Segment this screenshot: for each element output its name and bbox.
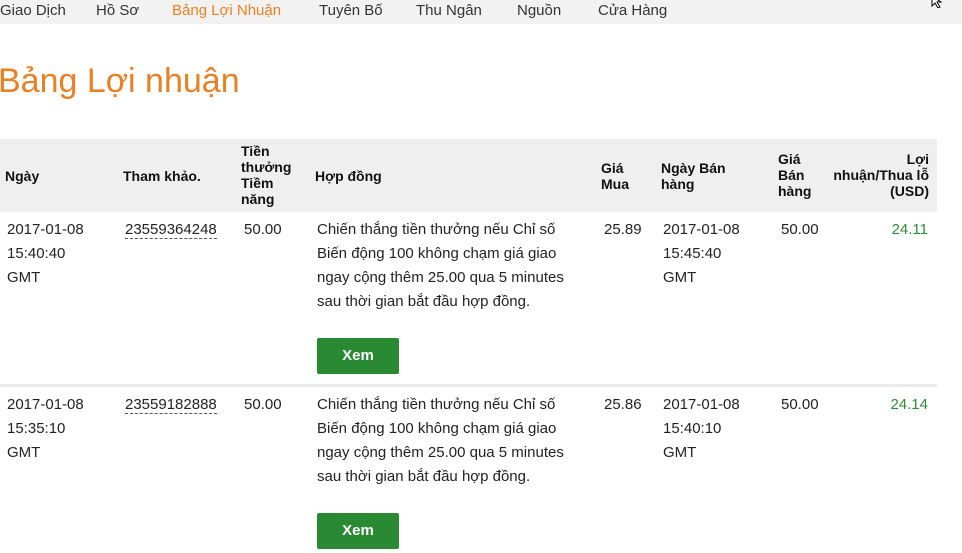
row-date: 2017-01-08 15:35:10 GMT xyxy=(7,396,84,461)
header-sell-date: Ngày Bán hàng xyxy=(661,160,726,192)
nav-item-bang-loi-nhuan[interactable]: Bảng Lợi Nhuận xyxy=(172,2,281,19)
top-nav: Giao Dịch Hồ Sơ Bảng Lợi Nhuận Tuyên Bố … xyxy=(0,0,962,24)
header-ref: Tham khảo. xyxy=(123,168,201,184)
header-date: Ngày xyxy=(5,168,40,184)
table-row: 2017-01-08 15:40:40 GMT 23559364248 50.0… xyxy=(0,218,937,383)
view-button[interactable]: Xem xyxy=(317,513,399,549)
mouse-cursor-icon xyxy=(931,0,943,8)
row-buy-price: 25.86 xyxy=(604,396,642,413)
row-payout: 50.00 xyxy=(244,221,282,238)
nav-item-giao-dich[interactable]: Giao Dịch xyxy=(0,2,66,19)
header-buy-price: Giá Mua xyxy=(601,160,629,192)
row-buy-price: 25.89 xyxy=(604,221,642,238)
row-divider xyxy=(0,384,937,387)
row-sell-date: 2017-01-08 15:40:10 GMT xyxy=(663,396,740,461)
header-payout: Tiền thưởng Tiềm năng xyxy=(241,143,292,207)
nav-item-ho-so[interactable]: Hồ Sơ xyxy=(96,2,139,19)
nav-item-cua-hang[interactable]: Cửa Hàng xyxy=(598,2,667,19)
view-button[interactable]: Xem xyxy=(317,338,399,374)
row-ref-link[interactable]: 23559182888 xyxy=(125,396,217,414)
row-contract: Chiến thắng tiền thưởng nếu Chỉ số Biến … xyxy=(317,221,564,310)
table-header: Ngày Tham khảo. Tiền thưởng Tiềm năng Hợ… xyxy=(0,139,937,212)
row-sell-date: 2017-01-08 15:45:40 GMT xyxy=(663,221,740,286)
nav-item-tuyen-bo[interactable]: Tuyên Bố xyxy=(319,2,383,19)
page-title: Bảng Lợi nhuận xyxy=(0,62,240,100)
nav-item-thu-ngan[interactable]: Thu Ngân xyxy=(416,2,482,19)
row-contract: Chiến thắng tiền thưởng nếu Chỉ số Biến … xyxy=(317,396,564,485)
row-ref-link[interactable]: 23559364248 xyxy=(125,221,217,239)
row-profit: 24.14 xyxy=(890,396,928,413)
row-sell-price: 50.00 xyxy=(781,396,819,413)
header-sell-price: Giá Bán hàng xyxy=(778,151,812,199)
table-row: 2017-01-08 15:35:10 GMT 23559182888 50.0… xyxy=(0,393,937,553)
row-payout: 50.00 xyxy=(244,396,282,413)
row-sell-price: 50.00 xyxy=(781,221,819,238)
header-contract: Hợp đồng xyxy=(315,168,382,184)
nav-item-nguon[interactable]: Nguồn xyxy=(517,2,561,19)
row-profit: 24.11 xyxy=(891,221,928,238)
row-date: 2017-01-08 15:40:40 GMT xyxy=(7,221,84,286)
header-profit: Lợi nhuận/Thua lỗ (USD) xyxy=(833,151,929,199)
